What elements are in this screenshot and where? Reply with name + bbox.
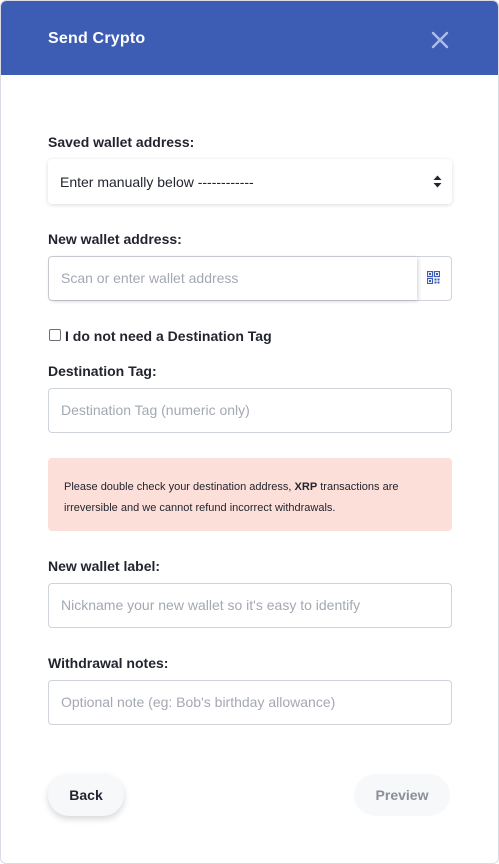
wallet-address-input[interactable]: Scan or enter wallet address bbox=[49, 257, 417, 300]
wallet-label-placeholder: Nickname your new wallet so it's easy to… bbox=[61, 597, 361, 613]
wallet-address-placeholder: Scan or enter wallet address bbox=[61, 270, 239, 286]
alert-text-before: Please double check your destination add… bbox=[64, 481, 295, 493]
modal-header: Send Crypto bbox=[1, 1, 498, 75]
back-button[interactable]: Back bbox=[48, 774, 124, 816]
warning-alert-text: Please double check your destination add… bbox=[64, 477, 444, 519]
new-wallet-input-group: Scan or enter wallet address bbox=[48, 256, 452, 301]
wallet-label-label: New wallet label: bbox=[48, 558, 161, 574]
destination-tag-checkbox-label[interactable]: I do not need a Destination Tag bbox=[65, 328, 272, 344]
withdrawal-notes-input[interactable]: Optional note (eg: Bob's birthday allowa… bbox=[48, 680, 452, 725]
destination-tag-placeholder: Destination Tag (numeric only) bbox=[61, 402, 250, 418]
withdrawal-notes-placeholder: Optional note (eg: Bob's birthday allowa… bbox=[61, 694, 336, 710]
modal-title: Send Crypto bbox=[48, 30, 146, 47]
saved-wallet-selected-value: Enter manually below ------------ bbox=[60, 174, 254, 190]
preview-button[interactable]: Preview bbox=[354, 774, 450, 816]
destination-tag-label: Destination Tag: bbox=[48, 363, 157, 379]
close-icon[interactable] bbox=[426, 26, 454, 54]
alert-currency: XRP bbox=[294, 481, 318, 493]
send-crypto-modal: Send Crypto Saved wallet address: Enter … bbox=[0, 0, 499, 864]
back-button-label: Back bbox=[69, 787, 103, 803]
wallet-label-input[interactable]: Nickname your new wallet so it's easy to… bbox=[48, 583, 452, 628]
withdrawal-notes-label: Withdrawal notes: bbox=[48, 655, 169, 671]
saved-wallet-label: Saved wallet address: bbox=[48, 134, 195, 150]
destination-tag-checkbox[interactable] bbox=[49, 329, 61, 341]
sort-arrows-icon bbox=[433, 175, 442, 188]
preview-button-label: Preview bbox=[375, 787, 429, 803]
destination-tag-input[interactable]: Destination Tag (numeric only) bbox=[48, 388, 452, 433]
saved-wallet-select[interactable]: Enter manually below ------------ bbox=[48, 159, 452, 204]
qr-code-icon[interactable] bbox=[426, 270, 441, 285]
new-wallet-label: New wallet address: bbox=[48, 231, 182, 247]
warning-alert: Please double check your destination add… bbox=[48, 458, 452, 531]
